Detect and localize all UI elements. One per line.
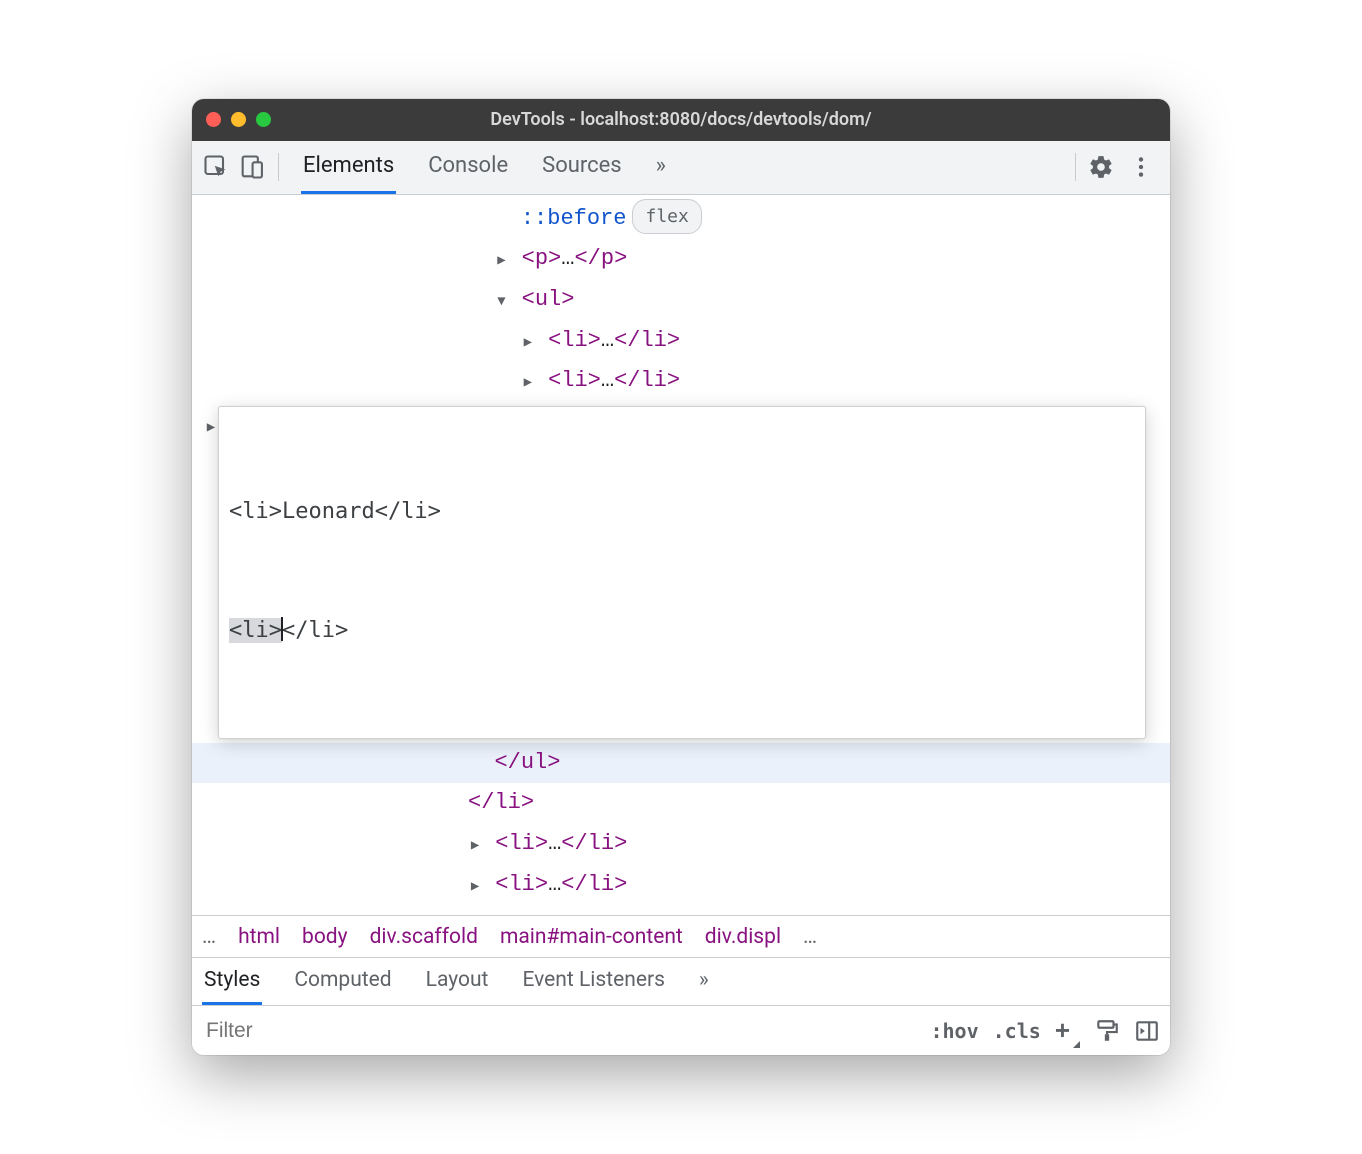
- dropdown-corner-icon: [1073, 1041, 1080, 1048]
- styles-filter-input[interactable]: [202, 1014, 916, 1048]
- hover-toggle-button[interactable]: :hov: [930, 1019, 978, 1043]
- class-toggle-button[interactable]: .cls: [993, 1019, 1041, 1043]
- p-element-row[interactable]: <p>…</p>: [192, 239, 1170, 280]
- styles-tab-computed[interactable]: Computed: [292, 958, 393, 1005]
- li-editing-row[interactable]: <li>Leonard</li> <li></li>: [192, 402, 1170, 743]
- dom-tree-panel[interactable]: ::beforeflex <p>…</p> <ul> <li>…</li> <l…: [192, 195, 1170, 916]
- breadcrumb-item[interactable]: main#main-content: [500, 925, 683, 949]
- dom-breadcrumb[interactable]: … html body div.scaffold main#main-conte…: [192, 915, 1170, 957]
- traffic-lights: [206, 112, 271, 127]
- collapse-caret-icon[interactable]: [494, 290, 508, 316]
- ul-close-row[interactable]: </ul>: [192, 743, 1170, 784]
- tab-sources[interactable]: Sources: [540, 140, 624, 194]
- main-tabs: Elements Console Sources »: [291, 140, 1063, 194]
- li-element-row[interactable]: <li>…</li>: [192, 321, 1170, 362]
- breadcrumb-item[interactable]: div.displ: [705, 925, 781, 949]
- new-style-rule-button[interactable]: +: [1055, 1015, 1080, 1046]
- styles-tabs-overflow-button[interactable]: »: [697, 958, 711, 1005]
- toggle-sidebar-icon[interactable]: [1134, 1018, 1160, 1044]
- edit-line: <li>Leonard</li>: [229, 492, 1135, 532]
- inspect-element-icon[interactable]: [202, 153, 230, 181]
- tab-console[interactable]: Console: [426, 140, 510, 194]
- expand-caret-icon[interactable]: [521, 371, 535, 397]
- toolbar-divider: [1075, 153, 1076, 181]
- expand-caret-icon[interactable]: [204, 416, 218, 442]
- tab-elements[interactable]: Elements: [301, 140, 396, 194]
- ul-open-row[interactable]: <ul>: [192, 280, 1170, 321]
- main-toolbar: Elements Console Sources »: [192, 141, 1170, 195]
- expand-caret-icon[interactable]: [468, 875, 482, 901]
- pseudo-selector: ::before: [521, 206, 627, 231]
- li-close-row[interactable]: </li>: [192, 783, 1170, 824]
- titlebar: DevTools - localhost:8080/docs/devtools/…: [192, 99, 1170, 141]
- minimize-window-button[interactable]: [231, 112, 246, 127]
- expand-caret-icon[interactable]: [521, 331, 535, 357]
- edit-line: <li></li>: [229, 611, 1135, 651]
- tabs-overflow-button[interactable]: »: [654, 140, 668, 194]
- expand-caret-icon[interactable]: [468, 834, 482, 860]
- pseudo-before-row[interactable]: ::beforeflex: [192, 199, 1170, 240]
- li-element-row[interactable]: <li>…</li>: [192, 824, 1170, 865]
- toolbar-divider: [278, 153, 279, 181]
- expand-caret-icon[interactable]: [494, 249, 508, 275]
- device-toggle-icon[interactable]: [238, 153, 266, 181]
- breadcrumb-item[interactable]: html: [238, 925, 280, 949]
- close-window-button[interactable]: [206, 112, 221, 127]
- kebab-menu-icon[interactable]: [1128, 154, 1154, 180]
- styles-tab-layout[interactable]: Layout: [424, 958, 491, 1005]
- paint-format-icon[interactable]: [1094, 1018, 1120, 1044]
- gear-icon[interactable]: [1088, 154, 1114, 180]
- breadcrumb-item[interactable]: div.scaffold: [370, 925, 478, 949]
- breadcrumb-item[interactable]: body: [302, 925, 348, 949]
- styles-tab-styles[interactable]: Styles: [202, 958, 262, 1005]
- breadcrumb-overflow-right[interactable]: …: [803, 925, 817, 949]
- maximize-window-button[interactable]: [256, 112, 271, 127]
- devtools-window: DevTools - localhost:8080/docs/devtools/…: [192, 99, 1170, 1056]
- li-element-row[interactable]: <li>…</li>: [192, 361, 1170, 402]
- layout-badge[interactable]: flex: [632, 199, 701, 234]
- styles-tab-event-listeners[interactable]: Event Listeners: [520, 958, 666, 1005]
- window-title: DevTools - localhost:8080/docs/devtools/…: [490, 109, 871, 130]
- styles-tabs: Styles Computed Layout Event Listeners »: [192, 957, 1170, 1005]
- breadcrumb-overflow-left[interactable]: …: [202, 925, 216, 949]
- html-edit-box[interactable]: <li>Leonard</li> <li></li>: [218, 406, 1146, 739]
- li-element-row[interactable]: <li>…</li>: [192, 865, 1170, 906]
- styles-filter-row: :hov .cls +: [192, 1005, 1170, 1055]
